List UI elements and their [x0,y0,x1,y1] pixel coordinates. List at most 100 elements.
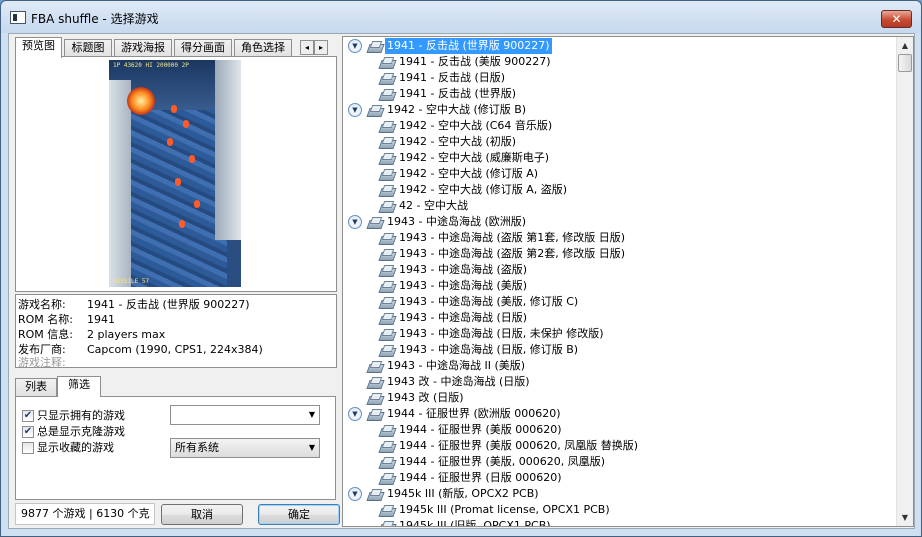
window-title: FBA shuffle - 选择游戏 [31,12,159,26]
scroll-down-button[interactable]: ▼ [897,509,913,526]
info-value: 1941 - 反击战 (世界版 900227) [87,298,250,311]
tree-child-item[interactable]: 1943 - 中途岛海战 (美版, 修订版 C) [343,294,898,310]
info-label: ROM 名称: [18,313,73,326]
tree-item-label: 1941 - 反击战 (日版) [399,71,506,84]
tree-item-label: 1944 - 征服世界 (欧洲版 000620) [387,407,561,420]
game-board-icon [379,232,395,244]
tree-item-label: 1943 - 中途岛海战 (盗版 第1套, 修改版 日版) [399,231,626,244]
tree-child-item[interactable]: 1944 - 征服世界 (美版, 000620, 凤凰版) [343,454,898,470]
game-board-icon [367,360,383,372]
collapse-toggle-icon[interactable]: ▼ [348,103,362,117]
tree-child-item[interactable]: 1945k III (旧版, OPCX1 PCB) [343,518,898,526]
game-board-icon [379,280,395,292]
game-board-icon [367,408,383,420]
tab-score-screen[interactable]: 得分画面 [174,39,232,57]
checkbox-owned-only[interactable]: ✔ [22,410,34,422]
tree-child-item[interactable]: 1944 - 征服世界 (美版 000620) [343,422,898,438]
game-board-icon [379,504,395,516]
cancel-button[interactable]: 取消 [161,504,243,525]
tab-list[interactable]: 列表 [15,378,57,396]
tree-child-item[interactable]: 1942 - 空中大战 (初版) [343,134,898,150]
tree-parent-item[interactable]: ▼ 1941 - 反击战 (世界版 900227) [343,38,898,54]
game-board-icon [379,456,395,468]
game-board-icon [379,344,395,356]
tree-child-item[interactable]: 1942 - 空中大战 (修订版 A) [343,166,898,182]
dialog-client-area: 预览图 标题图 游戏海报 得分画面 角色选择 ◂ ▸ 1P 43620 HI 2… [8,33,915,529]
vertical-scrollbar[interactable]: ▲ ▼ [896,37,913,526]
game-board-icon [367,40,383,52]
tree-parent-item[interactable]: ▼ 1942 - 空中大战 (修订版 B) [343,102,898,118]
game-board-icon [379,72,395,84]
game-board-icon [367,104,383,116]
game-board-icon [379,88,395,100]
game-board-icon [379,328,395,340]
game-tree[interactable]: 1945k III (旧版, OPCX1 PCB) 1945k III (Prom… [342,36,914,527]
tree-child-item[interactable]: 1943 - 中途岛海战 (盗版 第2套, 修改版 日版) [343,246,898,262]
tab-character-select[interactable]: 角色选择 [234,39,292,57]
game-board-icon [379,424,395,436]
tree-child-item[interactable]: 1941 - 反击战 (美版 900227) [343,54,898,70]
filter-label: 总是显示克隆游戏 [37,425,125,438]
title-bar[interactable]: FBA shuffle - 选择游戏 ✕ [1,1,921,33]
close-button[interactable]: ✕ [881,10,912,28]
tree-item-label: 1943 改 - 中途岛海战 (日版) [387,375,530,388]
tree-item-label: 1942 - 空中大战 (C64 音乐版) [399,119,553,132]
tree-child-item[interactable]: 1942 - 空中大战 (威廉斯电子) [343,150,898,166]
tree-child-item[interactable]: 1945k III (Promat license, OPCX1 PCB) [343,502,898,518]
info-label: ROM 信息: [18,328,73,341]
scroll-thumb[interactable] [898,54,912,72]
chevron-down-icon: ▼ [308,443,315,452]
tree-child-item[interactable]: 1944 - 征服世界 (日版 000620) [343,470,898,486]
filter-panel: ✔ 只显示拥有的游戏 ✔ 总是显示克隆游戏 显示收藏的游戏 ▼ 所有系统 ▼ [15,396,336,500]
game-board-icon [379,264,395,276]
tree-child-item[interactable]: 1941 - 反击战 (世界版) [343,86,898,102]
tree-child-item[interactable]: 1943 - 中途岛海战 (日版) [343,310,898,326]
tree-item-label: 1942 - 空中大战 (初版) [399,135,517,148]
tree-child-item[interactable]: 1943 - 中途岛海战 (盗版 第1套, 修改版 日版) [343,230,898,246]
tree-child-item[interactable]: 1943 - 中途岛海战 (盗版) [343,262,898,278]
game-board-icon [379,296,395,308]
tree-item-label: 1941 - 反击战 (美版 900227) [399,55,551,68]
tree-parent-item[interactable]: ▼ 1943 - 中途岛海战 (欧洲版) [343,214,898,230]
filter-combo-1[interactable]: ▼ [170,405,320,425]
collapse-toggle-icon[interactable]: ▼ [348,215,362,229]
tree-child-item[interactable]: 1943 - 中途岛海战 (日版, 修订版 B) [343,342,898,358]
chevron-down-icon: ▼ [308,410,315,419]
tree-child-item[interactable]: 1944 - 征服世界 (美版 000620, 凤凰版 替换版) [343,438,898,454]
game-board-icon [379,56,395,68]
collapse-toggle-icon[interactable]: ▼ [348,39,362,53]
tab-title-screen[interactable]: 标题图 [64,39,112,57]
tab-preview[interactable]: 预览图 [15,37,62,58]
game-board-icon [379,520,395,526]
tree-child-item[interactable]: 1943 - 中途岛海战 (美版) [343,278,898,294]
tree-child-item[interactable]: 42 - 空中大战 [343,198,898,214]
tree-parent-item[interactable]: ▼ 1945k III (新版, OPCX2 PCB) [343,486,898,502]
tree-item-label: 1943 - 中途岛海战 II (美版) [387,359,526,372]
tree-child-item[interactable]: 1943 - 中途岛海战 (日版, 未保护 修改版) [343,326,898,342]
tree-parent-item[interactable]: 1943 改 (日版) [343,390,898,406]
filter-label: 只显示拥有的游戏 [37,409,125,422]
game-board-icon [379,472,395,484]
tree-item-label: 1943 - 中途岛海战 (欧洲版) [387,215,527,228]
tab-poster[interactable]: 游戏海报 [114,39,172,57]
ok-button[interactable]: 确定 [258,504,340,525]
collapse-toggle-icon[interactable]: ▼ [348,407,362,421]
tree-child-item[interactable]: 1942 - 空中大战 (C64 音乐版) [343,118,898,134]
tab-filter[interactable]: 筛选 [57,376,101,397]
tree-child-item[interactable]: 1942 - 空中大战 (修订版 A, 盗版) [343,182,898,198]
tree-parent-item[interactable]: 1943 - 中途岛海战 II (美版) [343,358,898,374]
tree-item-label: 1943 - 中途岛海战 (盗版) [399,263,528,276]
filter-label: 显示收藏的游戏 [37,441,114,454]
tree-parent-item[interactable]: ▼ 1944 - 征服世界 (欧洲版 000620) [343,406,898,422]
collapse-toggle-icon[interactable]: ▼ [348,487,362,501]
game-board-icon [379,120,395,132]
checkbox-show-favorites[interactable] [22,442,34,454]
app-icon [10,11,26,24]
tab-scroll-left-button[interactable]: ◂ [300,40,314,55]
scroll-up-button[interactable]: ▲ [897,37,913,54]
checkbox-show-clones[interactable]: ✔ [22,426,34,438]
tree-parent-item[interactable]: 1943 改 - 中途岛海战 (日版) [343,374,898,390]
system-select[interactable]: 所有系统 ▼ [170,438,320,458]
tab-scroll-right-button[interactable]: ▸ [314,40,328,55]
tree-child-item[interactable]: 1941 - 反击战 (日版) [343,70,898,86]
